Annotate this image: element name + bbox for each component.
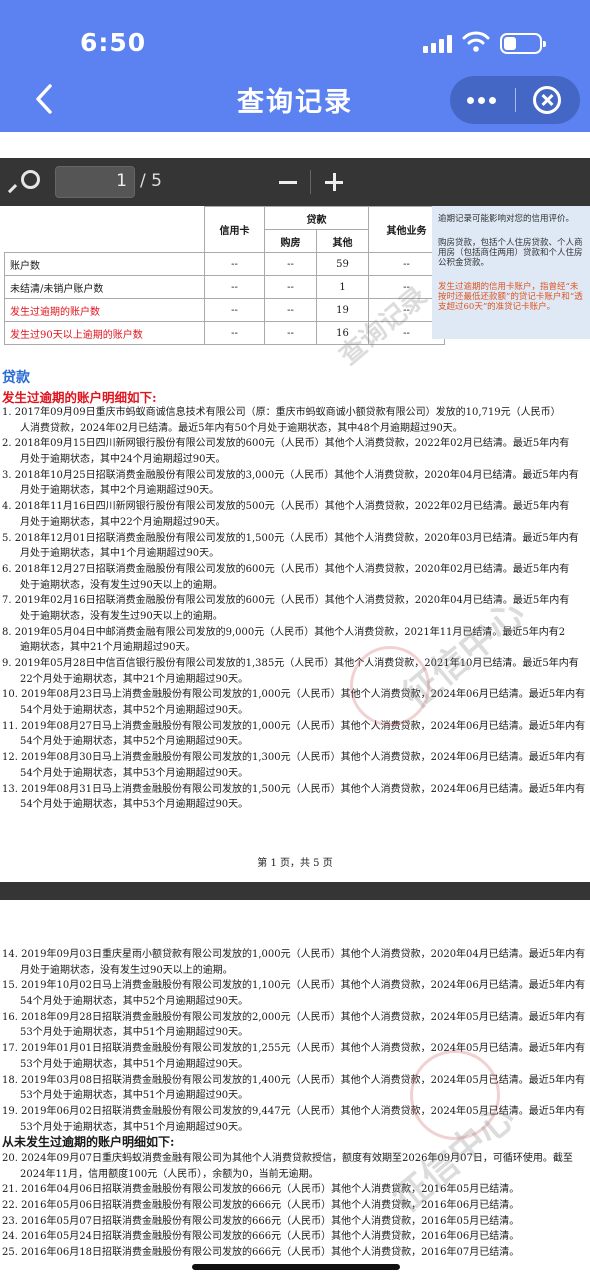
cell-credit: -- <box>204 298 265 322</box>
list-item: 10. 2019年08月23日马上消费金融股份有限公司发放的1,000元（人民币… <box>2 689 586 701</box>
list-item: 月处于逾期状态，其中1个月逾期超过90天。 <box>20 548 220 560</box>
list-item: 53个月处于逾期状态，其中51个月逾期超过90天。 <box>20 1090 249 1102</box>
list-item: 16. 2018年09月28日招联消费金融股份有限公司发放的2,000元（人民币… <box>2 1011 586 1023</box>
pdf-toolbar: 1 / 5 <box>0 158 590 206</box>
list-item: 人消费贷款，2024年02月已结清。最近5年内有50个月处于逾期状态，其中48个… <box>20 422 463 434</box>
list-item: 54个月处于逾期状态，其中53个月逾期超过90天。 <box>20 799 249 811</box>
list-item: 月处于逾期状态，其中24个月逾期超过90天。 <box>20 454 226 466</box>
list-item: 15. 2019年10月02日马上消费金融股份有限公司发放的1,100元（人民币… <box>2 980 586 992</box>
col-credit-card: 信用卡 <box>204 206 265 253</box>
list-item: 54个月处于逾期状态，其中52个月逾期超过90天。 <box>20 705 249 717</box>
table-row: 账户数 -- -- 59 -- <box>4 252 445 276</box>
more-icon[interactable] <box>450 76 514 124</box>
table-corner <box>4 206 205 253</box>
cell-credit: -- <box>204 252 265 276</box>
cell-housing: -- <box>264 252 317 276</box>
list-item: 1. 2017年09月09日重庆市蚂蚁商诚信息技术有限公司（原：重庆市蚂蚁商诚小… <box>2 407 561 418</box>
page-footer: 第 1 页，共 5 页 <box>257 858 333 869</box>
list-item: 12. 2019年08月30日马上消费金融股份有限公司发放的1,300元（人民币… <box>2 752 586 764</box>
list-item: 54个月处于逾期状态，其中52个月逾期超过90天。 <box>20 996 249 1008</box>
cell-housing: -- <box>264 321 317 345</box>
signal-icon <box>423 35 453 53</box>
col-other: 其他 <box>316 229 369 253</box>
col-loan: 贷款 <box>264 206 369 230</box>
list-item: 23. 2016年05月07日招联消费金融股份有限公司发放的666元（人民币）其… <box>2 1215 520 1227</box>
list-item: 2. 2018年09月15日四川新网银行股份有限公司发放的600元（人民币）其他… <box>2 438 570 450</box>
list-item: 14. 2019年09月03日重庆星雨小额贷款有限公司发放的1,000元（人民币… <box>2 949 586 960</box>
search-icon[interactable] <box>14 170 40 194</box>
list-item: 月处于逾期状态，其中22个月逾期超过90天。 <box>20 516 226 528</box>
list-item: 18. 2019年03月08日招联消费金融股份有限公司发放的1,400元（人民币… <box>2 1074 586 1086</box>
row-label: 发生过逾期的账户数 <box>4 298 205 322</box>
battery-icon <box>500 33 546 54</box>
cell-housing: -- <box>264 275 317 299</box>
list-item: 22个月处于逾期状态，其中21个月逾期超过90天。 <box>20 673 249 685</box>
note-text: 发生过逾期的信用卡账户，指曾经“未按时还最低还款额”的贷记卡账户和“透支超过60… <box>438 282 583 312</box>
note-text: 购房贷款，包括个人住房贷款、个人商用房（包括商住两用）贷款和个人住房公积金贷款。 <box>438 238 583 268</box>
row-label: 发生过90天以上逾期的账户数 <box>4 321 205 345</box>
list-item: 2024年11月，信用额度100元（人民币），余额为0，当前无逾期。 <box>20 1168 319 1180</box>
list-item: 53个月处于逾期状态，其中51个月逾期超过90天。 <box>20 1027 249 1039</box>
list-item: 53个月处于逾期状态，其中51个月逾期超过90天。 <box>20 1058 249 1070</box>
list-item: 11. 2019年08月27日马上消费金融股份有限公司发放的1,000元（人民币… <box>2 720 586 732</box>
col-housing: 购房 <box>264 229 317 253</box>
list-item: 3. 2018年10月25日招联消费金融股份有限公司发放的3,000元（人民币）… <box>2 469 579 481</box>
miniprogram-capsule <box>450 76 580 124</box>
status-time: 6:50 <box>80 28 147 57</box>
row-label: 未结清/未销户账户数 <box>4 275 205 299</box>
row-label: 账户数 <box>4 252 205 276</box>
cell-other: 59 <box>316 252 369 276</box>
viewer-top-margin <box>0 132 590 158</box>
cell-other: 1 <box>316 275 369 299</box>
wifi-icon <box>462 31 490 52</box>
page-total: / 5 <box>140 171 162 191</box>
list-item: 25. 2016年06月18日招联消费金融股份有限公司发放的666元（人民币）其… <box>2 1247 520 1259</box>
table-row: 未结清/未销户账户数 -- -- 1 -- <box>4 275 445 299</box>
list-item: 21. 2016年04月06日招联消费金融股份有限公司发放的666元（人民币）其… <box>2 1184 520 1196</box>
cell-credit: -- <box>204 321 265 345</box>
status-bar: 6:50 <box>0 0 590 70</box>
list-item: 6. 2018年12月27日招联消费金融股份有限公司发放的600元（人民币）其他… <box>2 563 570 575</box>
note-text: 逾期记录可能影响对您的信用评价。 <box>438 214 575 224</box>
list-item: 24. 2016年05月24日招联消费金融股份有限公司发放的666元（人民币）其… <box>2 1231 520 1243</box>
pdf-page-2: 14. 2019年09月03日重庆星雨小额贷款有限公司发放的1,000元（人民币… <box>0 900 590 1280</box>
zoom-out-button[interactable] <box>279 171 297 193</box>
page-number-input[interactable]: 1 <box>55 166 135 198</box>
list-item: 13. 2019年08月31日马上消费金融股份有限公司发放的1,500元（人民币… <box>2 783 586 795</box>
list-item: 22. 2016年05月06日招联消费金融股份有限公司发放的666元（人民币）其… <box>2 1200 520 1211</box>
list-item: 5. 2018年12月01日招联消费金融股份有限公司发放的1,500元（人民币）… <box>2 532 579 544</box>
list-item: 20. 2024年09月07日重庆蚂蚁消费金融有限公司为其他个人消费贷款授信，额… <box>2 1152 573 1164</box>
list-item: 17. 2019年01月01日招联消费金融股份有限公司发放的1,255元（人民币… <box>2 1043 586 1055</box>
page-divider <box>0 882 590 900</box>
home-indicator[interactable] <box>192 1264 400 1270</box>
cell-credit: -- <box>204 275 265 299</box>
list-item: 月处于逾期状态，没有发生过90天以上的逾期。 <box>20 964 233 976</box>
close-icon[interactable] <box>533 86 561 114</box>
list-item: 月处于逾期状态，其中2个月逾期超过90天。 <box>20 485 220 497</box>
list-item: 54个月处于逾期状态，其中52个月逾期超过90天。 <box>20 736 249 748</box>
pdf-page-1: 信用卡 贷款 其他业务 购房 其他 账户数 -- -- 59 -- 未结清/未销… <box>0 206 590 882</box>
list-item: 4. 2018年11月16日四川新网银行股份有限公司发放的500元（人民币）其他… <box>2 501 570 513</box>
notes-panel: 逾期记录可能影响对您的信用评价。 购房贷款，包括个人住房贷款、个人商用房（包括商… <box>432 206 590 339</box>
cell-housing: -- <box>264 298 317 322</box>
toolbar-separator <box>310 170 311 194</box>
section-title: 贷款 <box>2 370 30 386</box>
overdue-header: 发生过逾期的账户明细如下: <box>2 390 157 405</box>
capsule-divider <box>515 88 516 112</box>
zoom-in-button[interactable] <box>325 171 343 193</box>
list-item: 9. 2019年05月28日中信百信银行股份有限公司发放的1,385元（人民币）… <box>2 658 579 669</box>
app-header: 6:50 查询记录 <box>0 0 590 132</box>
list-item: 54个月处于逾期状态，其中53个月逾期超过90天。 <box>20 767 249 779</box>
